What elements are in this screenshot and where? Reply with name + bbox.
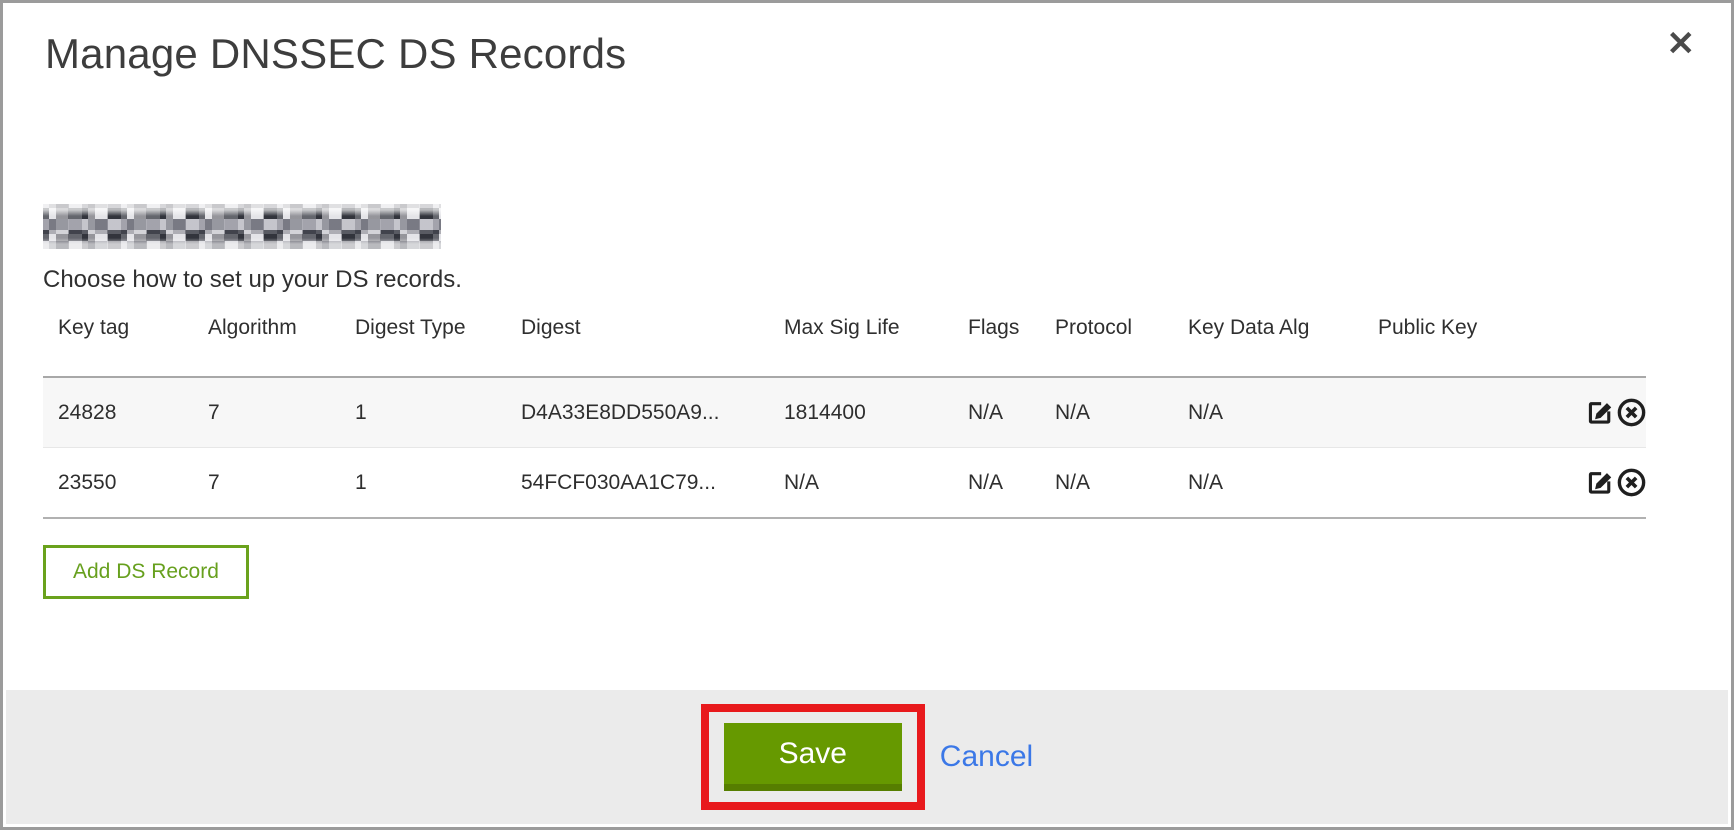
column-header-actions [1570, 306, 1646, 377]
cell-key-tag: 23550 [43, 448, 193, 519]
column-header-key-data-alg: Key Data Alg [1173, 306, 1363, 377]
cell-digest-type: 1 [340, 448, 506, 519]
column-header-protocol: Protocol [1040, 306, 1173, 377]
column-header-algorithm: Algorithm [193, 306, 340, 377]
cell-protocol: N/A [1040, 377, 1173, 448]
column-header-max-sig-life: Max Sig Life [769, 306, 953, 377]
cell-max-sig-life: N/A [769, 448, 953, 519]
cell-public-key [1363, 377, 1570, 448]
dialog-footer: Save Cancel [6, 690, 1728, 824]
edit-record-icon[interactable] [1585, 467, 1616, 498]
cell-digest: D4A33E8DD550A9... [506, 377, 769, 448]
ds-records-table: Key tag Algorithm Digest Type Digest Max… [43, 306, 1646, 519]
column-header-key-tag: Key tag [43, 306, 193, 377]
column-header-flags: Flags [953, 306, 1040, 377]
cell-key-data-alg: N/A [1173, 377, 1363, 448]
cell-flags: N/A [953, 448, 1040, 519]
cell-key-tag: 24828 [43, 377, 193, 448]
ds-record-row-2: 23550 7 1 54FCF030AA1C79... N/A N/A N/A … [43, 448, 1646, 519]
cell-public-key [1363, 448, 1570, 519]
cancel-link[interactable]: Cancel [940, 740, 1033, 774]
ds-record-row-1: 24828 7 1 D4A33E8DD550A9... 1814400 N/A … [43, 377, 1646, 448]
cell-digest-type: 1 [340, 377, 506, 448]
cell-max-sig-life: 1814400 [769, 377, 953, 448]
highlight-annotation-box: Save [701, 704, 925, 810]
column-header-public-key: Public Key [1363, 306, 1570, 377]
column-header-digest-type: Digest Type [340, 306, 506, 377]
cell-key-data-alg: N/A [1173, 448, 1363, 519]
table-header-row: Key tag Algorithm Digest Type Digest Max… [43, 306, 1646, 377]
cell-algorithm: 7 [193, 448, 340, 519]
dialog-title: Manage DNSSEC DS Records [45, 30, 1731, 78]
edit-record-icon[interactable] [1585, 397, 1616, 428]
save-button[interactable]: Save [724, 723, 902, 791]
cell-flags: N/A [953, 377, 1040, 448]
cell-protocol: N/A [1040, 448, 1173, 519]
manage-dnssec-dialog: ✕ Manage DNSSEC DS Records Choose how to… [0, 0, 1734, 830]
instruction-text: Choose how to set up your DS records. [43, 266, 1731, 294]
cell-digest: 54FCF030AA1C79... [506, 448, 769, 519]
domain-name-redacted [43, 204, 441, 249]
close-icon[interactable]: ✕ [1661, 21, 1702, 67]
delete-record-icon[interactable] [1616, 467, 1646, 498]
delete-record-icon[interactable] [1616, 397, 1646, 428]
column-header-digest: Digest [506, 306, 769, 377]
cell-algorithm: 7 [193, 377, 340, 448]
add-ds-record-button[interactable]: Add DS Record [43, 545, 249, 599]
row-actions [1570, 448, 1646, 519]
row-actions [1570, 377, 1646, 448]
